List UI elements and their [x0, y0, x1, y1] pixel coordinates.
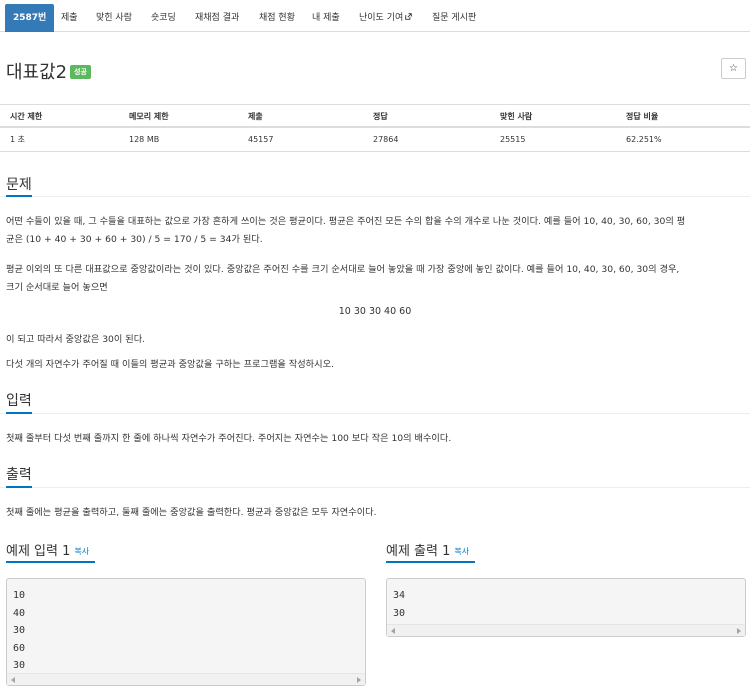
external-link-icon: [405, 13, 413, 20]
input-heading-rule: [0, 413, 750, 414]
scroll-left-icon[interactable]: [11, 677, 15, 683]
header-time-limit: 시간 제한: [10, 112, 43, 121]
tab-questions[interactable]: 질문 게시판: [424, 5, 484, 32]
page-title: 대표값2: [6, 62, 68, 83]
scroll-left-icon[interactable]: [391, 628, 395, 634]
tab-difficulty-label: 난이도 기여: [359, 13, 404, 23]
sample-input-line: 10: [13, 590, 26, 601]
sample-input-line: 40: [13, 607, 26, 619]
tab-short-coding[interactable]: 숏코딩: [143, 5, 184, 32]
tab-rejudge[interactable]: 재채점 결과: [187, 5, 247, 32]
scroll-right-icon[interactable]: [737, 628, 741, 634]
output-heading-rule: [0, 487, 750, 488]
sample-input-line: 30: [13, 660, 26, 671]
sample-output-box[interactable]: 34 30: [386, 578, 746, 637]
sample-output-line: 30: [393, 607, 406, 619]
value-memory-limit: 128 MB: [129, 135, 160, 144]
input-heading: 입력: [6, 393, 32, 409]
header-accepted: 정답: [373, 112, 388, 121]
tab-solved-users[interactable]: 맞힌 사람: [88, 5, 140, 32]
sorted-numbers: 10 30 30 40 60: [338, 306, 412, 317]
problem-heading-rule: [0, 196, 750, 197]
input-description: 첫째 줄부터 다섯 번째 줄까지 한 줄에 하나씩 자연수가 주어진다. 주어지…: [6, 433, 452, 444]
output-heading-underline: [6, 486, 32, 488]
sample-input-box[interactable]: 10 40 30 60 30: [6, 578, 366, 686]
problem-paragraph-1-line-1: 어떤 수들이 있을 때, 그 수들을 대표하는 값으로 가장 흔하게 쓰이는 것…: [6, 216, 686, 227]
sample-output-title-text: 예제 출력 1: [386, 544, 451, 559]
sample-output-title: 예제 출력 1 복사: [386, 540, 469, 559]
header-solved-users: 맞힌 사람: [500, 112, 533, 121]
sample-input-underline: [6, 561, 95, 563]
sample-input-title: 예제 입력 1 복사: [6, 540, 89, 559]
value-solved-users: 25515: [500, 135, 526, 144]
tab-difficulty[interactable]: 난이도 기여: [351, 5, 420, 32]
stats-header-row: 시간 제한 메모리 제한 제출 정답 맞힌 사람 정답 비율: [0, 106, 750, 128]
output-heading: 출력: [6, 467, 32, 483]
problem-paragraph-2: 평균 이외의 또 다른 대표값으로 중앙값이라는 것이 있다. 중앙값은 주어진…: [6, 261, 746, 297]
problem-paragraph-2-line-2: 크기 순서대로 늘어 놓으면: [6, 282, 108, 293]
problem-tabs: 2587번 제출 맞힌 사람 숏코딩 재채점 결과 채점 현황 내 제출 난이도…: [0, 0, 750, 32]
header-submissions: 제출: [248, 112, 263, 121]
sample-output-scrollbar[interactable]: [387, 624, 745, 636]
tab-status[interactable]: 채점 현황: [251, 5, 303, 32]
problem-paragraph-4: 다섯 개의 자연수가 주어질 때 이들의 평균과 중앙값을 구하는 프로그램을 …: [6, 359, 334, 370]
sample-input-line: 30: [13, 625, 26, 636]
problem-heading: 문제: [6, 177, 32, 193]
sample-input-scrollbar[interactable]: [7, 673, 365, 685]
status-badge: 성공: [70, 65, 91, 79]
header-ratio: 정답 비율: [626, 112, 659, 121]
sample-input-line: 60: [13, 642, 26, 654]
star-button[interactable]: ☆: [721, 58, 746, 79]
value-submissions: 45157: [248, 135, 274, 144]
stats-top-divider: [0, 104, 750, 105]
sample-output-underline: [386, 561, 475, 563]
problem-paragraph-2-line-1: 평균 이외의 또 다른 대표값으로 중앙값이라는 것이 있다. 중앙값은 주어진…: [6, 264, 680, 275]
problem-paragraph-3: 이 되고 따라서 중앙값은 30이 된다.: [6, 334, 146, 345]
problem-paragraph-1-line-2: 균은 (10 + 40 + 30 + 60 + 30) / 5 = 170 / …: [6, 234, 263, 245]
value-accepted: 27864: [373, 135, 399, 144]
stats-data-row: 1 초 128 MB 45157 27864 25515 62.251%: [0, 128, 750, 152]
header-memory-limit: 메모리 제한: [129, 112, 169, 121]
value-ratio: 62.251%: [626, 135, 662, 144]
problem-heading-underline: [6, 195, 32, 197]
sample-output-line: 34: [393, 590, 406, 601]
sample-output-copy-link[interactable]: 복사: [454, 547, 469, 556]
tab-problem[interactable]: 2587번: [5, 4, 55, 32]
output-description: 첫째 줄에는 평균을 출력하고, 둘째 줄에는 중앙값을 출력한다. 평균과 중…: [6, 507, 377, 518]
sample-input-copy-link[interactable]: 복사: [74, 547, 89, 556]
star-icon: ☆: [729, 63, 738, 74]
sample-input-title-text: 예제 입력 1: [6, 544, 71, 559]
problem-paragraph-1: 어떤 수들이 있을 때, 그 수들을 대표하는 값으로 가장 흔하게 쓰이는 것…: [6, 213, 746, 249]
tab-my-submissions[interactable]: 내 제출: [304, 5, 348, 32]
tab-submit[interactable]: 제출: [53, 5, 86, 32]
scroll-right-icon[interactable]: [357, 677, 361, 683]
stats-table: 시간 제한 메모리 제한 제출 정답 맞힌 사람 정답 비율 1 초 128 M…: [0, 106, 750, 152]
input-heading-underline: [6, 412, 32, 414]
value-time-limit: 1 초: [10, 135, 25, 144]
